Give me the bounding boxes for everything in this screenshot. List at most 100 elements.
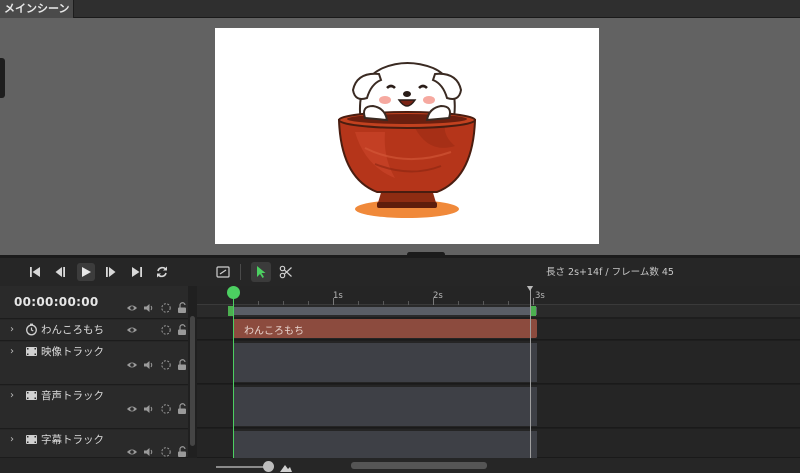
- select-pointer-icon: [257, 266, 266, 278]
- speaker-icon[interactable]: [143, 302, 155, 314]
- chevron-right-icon[interactable]: ›: [10, 324, 14, 335]
- speaker-icon[interactable]: [143, 446, 155, 458]
- track-label: 映像トラック: [41, 346, 104, 358]
- solo-icon[interactable]: [160, 403, 172, 415]
- playback-range-bar: [197, 305, 800, 317]
- ruler-label-3s: 3s: [535, 291, 545, 301]
- speaker-icon[interactable]: [143, 359, 155, 371]
- clock-icon: [26, 323, 37, 336]
- ruler-tick: [533, 298, 534, 305]
- step-back-icon: [55, 267, 65, 277]
- skip-to-end-icon: [132, 267, 142, 277]
- scene-tab-bar: メインシーン: [0, 0, 800, 18]
- zoom-slider-handle[interactable]: [263, 461, 274, 472]
- playback-range[interactable]: [233, 307, 537, 315]
- unlock-icon[interactable]: [176, 403, 188, 415]
- preview-viewer: [0, 18, 800, 256]
- track-header-panel: 00:00:00:00 › わんころもち › 映像トラック › 音声トラック ›…: [0, 286, 197, 458]
- transport-controls: [0, 258, 197, 286]
- ruler-label-2s: 2s: [433, 291, 443, 301]
- playhead-line[interactable]: [233, 294, 234, 458]
- solo-icon[interactable]: [160, 446, 172, 458]
- solo-icon[interactable]: [160, 359, 172, 371]
- ruler-label-1s: 1s: [333, 291, 343, 301]
- end-marker-line: [530, 286, 531, 458]
- unlock-icon[interactable]: [176, 302, 188, 314]
- timeline-toolbar: 長さ 2s+14f / フレーム数 45: [197, 258, 800, 286]
- horizontal-scrollbar-thumb[interactable]: [351, 462, 487, 469]
- resize-frame-icon: [216, 266, 230, 278]
- clip-wankoromochi[interactable]: わんころもち: [233, 319, 537, 338]
- bottom-bar: [0, 458, 800, 473]
- chevron-right-icon[interactable]: ›: [10, 390, 14, 401]
- track-label: 音声トラック: [41, 390, 104, 402]
- play-icon: [82, 267, 91, 277]
- track-row-subtitle[interactable]: › 字幕トラック: [0, 430, 188, 458]
- tab-main-scene[interactable]: メインシーン: [0, 0, 75, 18]
- film-icon: [26, 391, 37, 400]
- track-panel-scrollbar[interactable]: [188, 286, 197, 458]
- skip-to-start-button[interactable]: [26, 263, 44, 281]
- track-label: わんころもち: [41, 324, 104, 336]
- loop-icon: [157, 266, 167, 278]
- track-row-audio[interactable]: › 音声トラック: [0, 386, 188, 429]
- range-end-marker[interactable]: [531, 306, 536, 316]
- track-icons: [126, 446, 188, 458]
- eye-icon[interactable]: [126, 446, 138, 458]
- timeline-area[interactable]: 1s 2s 3s わんころもち: [197, 286, 800, 458]
- track-icons: [126, 324, 188, 336]
- left-panel-handle[interactable]: [0, 58, 5, 98]
- scissors-icon: [279, 265, 292, 279]
- eye-icon[interactable]: [126, 302, 138, 314]
- scrollbar-thumb[interactable]: [190, 316, 195, 446]
- global-track-icons: [126, 302, 188, 314]
- unlock-icon[interactable]: [176, 359, 188, 371]
- timecode-row: 00:00:00:00: [0, 286, 197, 319]
- eye-icon[interactable]: [126, 403, 138, 415]
- clip-length-info: 長さ 2s+14f / フレーム数 45: [546, 267, 674, 278]
- unlock-icon[interactable]: [176, 324, 188, 336]
- track-icons: [126, 359, 188, 371]
- clip-label: わんころもち: [244, 326, 304, 337]
- track-icons: [126, 403, 188, 415]
- dog-in-bowl-illustration: [337, 62, 477, 218]
- end-marker-icon[interactable]: [525, 286, 535, 291]
- lane-region: [233, 387, 537, 426]
- track-label: 字幕トラック: [41, 434, 104, 446]
- resize-frame-button[interactable]: [213, 262, 233, 282]
- skip-to-start-icon: [30, 267, 40, 277]
- lane-region: [233, 343, 537, 382]
- skip-to-end-button[interactable]: [128, 263, 146, 281]
- loop-button[interactable]: [153, 263, 171, 281]
- select-tool-button[interactable]: [251, 262, 271, 282]
- film-icon: [26, 435, 37, 444]
- playhead-handle[interactable]: [227, 286, 240, 299]
- film-icon: [26, 347, 37, 356]
- solo-icon[interactable]: [160, 324, 172, 336]
- track-row-wankoromochi[interactable]: › わんころもち: [0, 320, 188, 341]
- toolbar-separator: [240, 264, 241, 280]
- eye-icon[interactable]: [126, 359, 138, 371]
- eye-icon[interactable]: [126, 324, 138, 336]
- divider-handle[interactable]: [407, 252, 445, 257]
- step-forward-icon: [106, 267, 116, 277]
- unlock-icon[interactable]: [176, 446, 188, 458]
- mountain-zoom-icon: [280, 465, 292, 472]
- lane-subtitle: [197, 429, 800, 458]
- chevron-right-icon[interactable]: ›: [10, 346, 14, 357]
- step-back-button[interactable]: [51, 263, 69, 281]
- lane-region: [233, 431, 537, 458]
- lane-audio: [197, 385, 800, 428]
- speaker-icon[interactable]: [143, 403, 155, 415]
- lane-video: [197, 341, 800, 384]
- track-row-video[interactable]: › 映像トラック: [0, 342, 188, 385]
- zoom-slider-track[interactable]: [216, 466, 268, 468]
- preview-canvas[interactable]: [215, 28, 599, 244]
- chevron-right-icon[interactable]: ›: [10, 434, 14, 445]
- step-forward-button[interactable]: [102, 263, 120, 281]
- time-ruler[interactable]: 1s 2s 3s: [197, 286, 800, 305]
- solo-icon[interactable]: [160, 302, 172, 314]
- play-button[interactable]: [77, 263, 95, 281]
- timecode-display: 00:00:00:00: [14, 295, 99, 309]
- cut-tool-button[interactable]: [276, 262, 296, 282]
